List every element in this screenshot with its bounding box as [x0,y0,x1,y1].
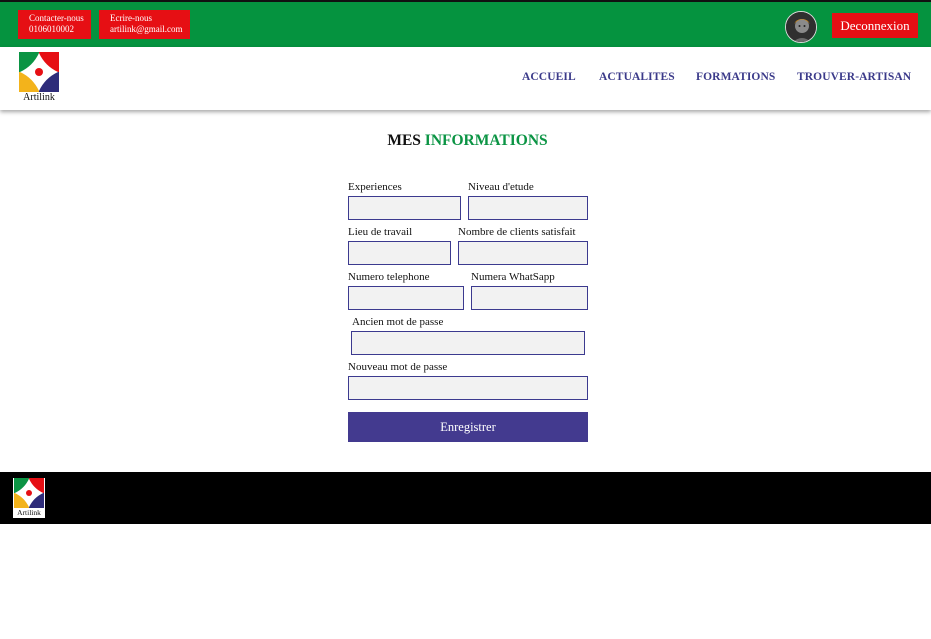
nav-actualites[interactable]: ACTUALITES [599,71,675,83]
main-header: Artilink ACCUEIL ACTUALITES FORMATIONS T… [0,47,931,110]
nav-trouver-artisan[interactable]: TROUVER-ARTISAN [797,71,911,83]
footer-logo[interactable]: Artilink [13,478,45,518]
artilink-logo[interactable]: Artilink [18,52,60,105]
experiences-label: Experiences [348,181,402,193]
experiences-input[interactable] [348,196,461,220]
logo-text: Artilink [23,92,55,103]
ancien-mot-de-passe-input[interactable] [351,331,585,355]
artilink-diamond-icon [14,478,44,508]
save-button[interactable]: Enregistrer [348,412,588,442]
clients-satisfaits-input[interactable] [458,241,588,265]
whatsapp-input[interactable] [471,286,588,310]
ancien-mot-de-passe-label: Ancien mot de passe [352,316,444,328]
title-part-mes: MES [387,132,421,149]
nouveau-mot-de-passe-input[interactable] [348,376,588,400]
telephone-label: Numero telephone [348,271,430,283]
whatsapp-label: Numera WhatSapp [471,271,555,283]
title-part-informations: INFORMATIONS [424,132,548,149]
page-title: MES INFORMATIONS [0,132,931,150]
nouveau-mot-de-passe-label: Nouveau mot de passe [348,361,448,373]
logout-button[interactable]: Deconnexion [832,13,918,38]
lieu-travail-input[interactable] [348,241,451,265]
footer: Artilink [0,472,931,524]
top-bar: Contacter-nous 0106010002 Ecrire-nous ar… [0,0,931,47]
nav-formations[interactable]: FORMATIONS [696,71,775,83]
contact-phone-box[interactable]: Contacter-nous 0106010002 [18,10,91,39]
niveau-etude-input[interactable] [468,196,588,220]
lieu-travail-label: Lieu de travail [348,226,413,238]
telephone-input[interactable] [348,286,464,310]
contact-email-value: artilink@gmail.com [110,24,183,34]
clients-satisfaits-label: Nombre de clients satisfait [458,226,576,238]
user-avatar-icon[interactable] [785,11,817,43]
contact-phone-label: Contacter-nous [29,13,84,23]
niveau-etude-label: Niveau d'etude [468,181,534,193]
footer-logo-text: Artilink [17,508,41,517]
nav-accueil[interactable]: ACCUEIL [522,71,576,83]
contact-email-box[interactable]: Ecrire-nous artilink@gmail.com [99,10,190,39]
artilink-diamond-icon [19,52,59,92]
contact-phone-value: 0106010002 [29,24,74,34]
contact-email-label: Ecrire-nous [110,13,152,23]
